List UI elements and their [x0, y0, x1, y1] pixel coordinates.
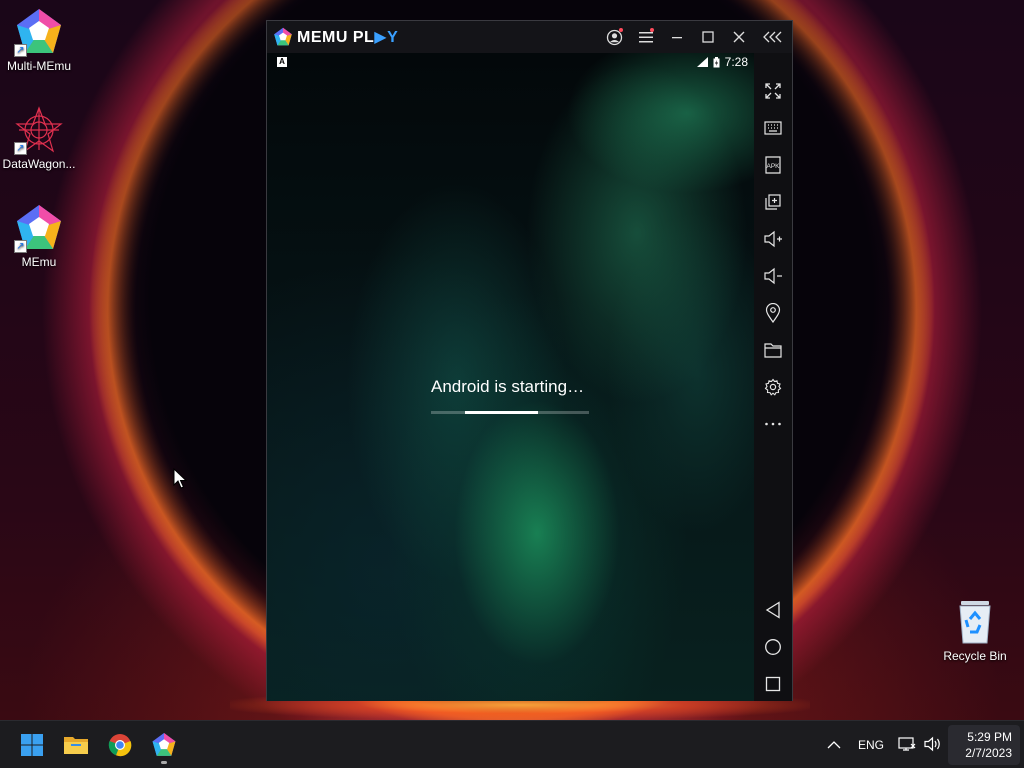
- start-button[interactable]: [16, 729, 48, 761]
- apk-install-button[interactable]: APK: [754, 150, 792, 180]
- fullscreen-icon: [765, 83, 781, 99]
- close-button[interactable]: [723, 21, 754, 53]
- boot-progress-bar: [431, 411, 589, 414]
- status-time: 7:28: [724, 55, 748, 69]
- speaker-icon: [924, 736, 940, 751]
- volume-up-button[interactable]: [754, 224, 792, 254]
- clock-time: 5:29 PM: [967, 730, 1012, 744]
- settings-icon: [764, 378, 782, 396]
- recycle-bin-icon: [950, 597, 1000, 647]
- account-button[interactable]: [599, 21, 630, 53]
- fullscreen-button[interactable]: [754, 76, 792, 106]
- collapse-toolbar-icon: [763, 31, 782, 43]
- memu-titlebar[interactable]: MEMU PL▶Y: [267, 21, 792, 53]
- collapse-toolbar-button[interactable]: [754, 21, 792, 53]
- android-back-button[interactable]: [754, 595, 792, 625]
- desktop-icon-memu[interactable]: ↗ MEmu: [0, 203, 78, 269]
- network-icon: [898, 736, 916, 751]
- desktop-icon-label: Recycle Bin: [943, 649, 1007, 663]
- signal-icon: [696, 57, 708, 67]
- status-notification-icon: A: [277, 57, 287, 67]
- menu-button[interactable]: [630, 21, 661, 53]
- maximize-button[interactable]: [692, 21, 723, 53]
- memu-icon: ↗: [14, 203, 64, 253]
- menu-icon: [638, 32, 653, 43]
- back-icon: [765, 601, 780, 619]
- chrome-icon: [108, 734, 132, 757]
- taskbar-chrome[interactable]: [104, 729, 136, 761]
- notification-dot: [619, 28, 623, 32]
- volume-button[interactable]: [924, 736, 942, 755]
- clock[interactable]: 5:29 PM 2/7/2023: [948, 725, 1020, 765]
- close-icon: [733, 31, 744, 43]
- boot-message: Android is starting…: [431, 377, 585, 396]
- memu-logo: MEMU PL▶Y: [273, 27, 398, 47]
- settings-button[interactable]: [754, 372, 792, 402]
- file-explorer-icon: [64, 737, 88, 754]
- volume-down-button[interactable]: [754, 261, 792, 291]
- memu-window[interactable]: MEMU PL▶Y A 7:28 Android is starting… AP…: [266, 20, 793, 701]
- android-recent-apps-button[interactable]: [754, 669, 792, 699]
- more-icon: [765, 422, 781, 426]
- multi-instance-button[interactable]: [754, 187, 792, 217]
- home-icon: [765, 639, 781, 655]
- desktop-icon-recycle-bin[interactable]: Recycle Bin: [936, 597, 1014, 663]
- boot-progress-fill: [465, 411, 538, 414]
- volume-down-icon: [764, 267, 782, 285]
- chevron-up-icon: [827, 741, 841, 749]
- datawagon-icon: ↗: [14, 105, 64, 155]
- location-icon: [765, 303, 781, 323]
- mouse-cursor-icon: [173, 468, 187, 489]
- multi-memu-icon: ↗: [14, 7, 64, 57]
- apk-icon: APK: [765, 156, 781, 174]
- minimize-button[interactable]: [661, 21, 692, 53]
- network-button[interactable]: [898, 736, 916, 755]
- desktop-icon-label: DataWagon...: [2, 157, 76, 171]
- battery-icon: [713, 56, 720, 67]
- memu-icon: [152, 733, 176, 756]
- desktop-icon-label: Multi-MEmu: [6, 59, 71, 73]
- memu-logo-icon: [274, 27, 292, 46]
- keyboard-icon: [764, 121, 782, 135]
- notification-dot: [650, 28, 654, 32]
- keyboard-button[interactable]: [754, 113, 792, 143]
- desktop-icon-label: MEmu: [21, 255, 57, 269]
- maximize-icon: [701, 31, 714, 43]
- language-indicator[interactable]: ENG: [858, 738, 884, 752]
- taskbar: ENG 5:29 PM 2/7/2023: [0, 720, 1024, 768]
- desktop-icon-datawagon[interactable]: ↗ DataWagon...: [0, 105, 78, 171]
- memu-title: MEMU PL▶Y: [297, 29, 399, 46]
- taskbar-file-explorer[interactable]: [60, 729, 92, 761]
- android-home-button[interactable]: [754, 632, 792, 662]
- android-screen[interactable]: A 7:28 Android is starting…: [267, 53, 754, 701]
- memu-side-toolbar: APK: [754, 53, 792, 701]
- location-button[interactable]: [754, 298, 792, 328]
- start-icon: [21, 734, 43, 756]
- show-hidden-icons-button[interactable]: [822, 740, 846, 750]
- multi-instance-icon: [765, 194, 781, 210]
- system-tray: ENG 5:29 PM 2/7/2023: [822, 721, 1024, 768]
- recent-apps-icon: [765, 676, 781, 692]
- folder-icon: [764, 343, 782, 358]
- desktop-icon-multi-memu[interactable]: ↗ Multi-MEmu: [0, 7, 78, 73]
- running-indicator: [161, 761, 167, 764]
- minimize-icon: [671, 37, 682, 39]
- android-status-bar: A 7:28: [267, 53, 754, 73]
- volume-up-icon: [764, 230, 782, 248]
- shared-folder-button[interactable]: [754, 335, 792, 365]
- more-button[interactable]: [754, 409, 792, 439]
- clock-date: 2/7/2023: [965, 746, 1012, 760]
- svg-text:APK: APK: [766, 163, 780, 170]
- taskbar-memu[interactable]: [148, 729, 180, 764]
